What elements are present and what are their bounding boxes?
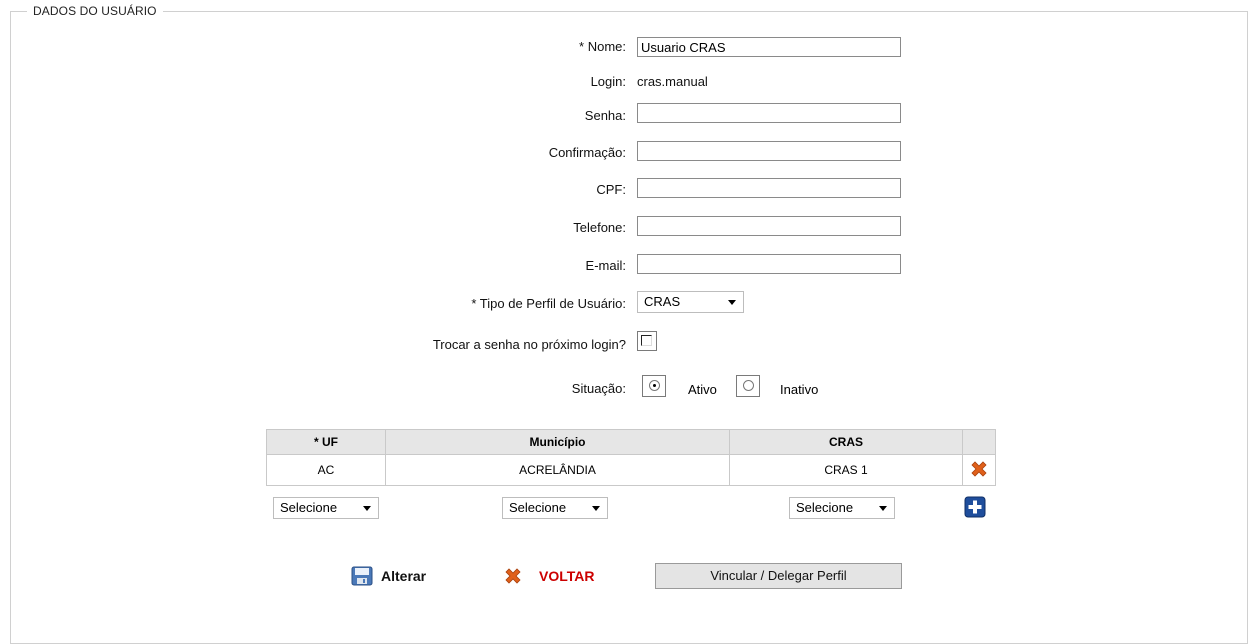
save-icon <box>351 566 373 586</box>
tipo-perfil-label: * Tipo de Perfil de Usuário: <box>471 296 626 311</box>
add-row-icon[interactable] <box>964 496 986 518</box>
uf-municipio-cras-table: * UF Município CRAS AC ACRELÂNDIA CRAS 1 <box>266 429 996 486</box>
municipio-select-value: Selecione <box>509 500 567 515</box>
vincular-delegar-perfil-button[interactable]: Vincular / Delegar Perfil <box>655 563 902 589</box>
trocar-senha-checkbox[interactable] <box>637 331 657 351</box>
nome-label: * Nome: <box>579 39 626 54</box>
col-actions <box>962 429 996 455</box>
cell-uf: AC <box>266 454 386 486</box>
senha-label: Senha: <box>584 108 626 123</box>
voltar-label: VOLTAR <box>539 568 595 584</box>
col-cras: CRAS <box>729 429 963 455</box>
chevron-down-icon <box>592 506 600 511</box>
trocar-senha-label: Trocar a senha no próximo login? <box>432 337 626 352</box>
col-uf: * UF <box>266 429 386 455</box>
cell-cras: CRAS 1 <box>729 454 963 486</box>
tipo-perfil-select[interactable]: CRAS <box>637 291 744 313</box>
cras-select[interactable]: Selecione <box>789 497 895 519</box>
telefone-label: Telefone: <box>573 220 626 235</box>
section-title: DADOS DO USUÁRIO <box>33 4 157 18</box>
alterar-button[interactable]: Alterar <box>351 565 511 587</box>
col-municipio: Município <box>385 429 730 455</box>
cpf-input[interactable] <box>637 178 901 198</box>
nome-input[interactable] <box>637 37 901 57</box>
senha-input[interactable] <box>637 103 901 123</box>
uf-select-value: Selecione <box>280 500 338 515</box>
radio-selected-icon <box>649 380 660 391</box>
login-label: Login: <box>590 74 626 89</box>
confirmacao-label: Confirmação: <box>548 145 626 160</box>
voltar-button[interactable]: VOLTAR <box>502 565 622 587</box>
cpf-label: CPF: <box>596 182 626 197</box>
situacao-ativo-radio[interactable] <box>642 375 666 397</box>
situacao-inativo-label: Inativo <box>780 382 819 397</box>
cras-select-value: Selecione <box>796 500 854 515</box>
situacao-label: Situação: <box>571 381 626 396</box>
telefone-input[interactable] <box>637 216 901 236</box>
email-label: E-mail: <box>585 258 626 273</box>
table-header-row: * UF Município CRAS <box>266 429 996 455</box>
tipo-perfil-value: CRAS <box>644 294 681 309</box>
table-row: AC ACRELÂNDIA CRAS 1 <box>266 454 996 486</box>
chevron-down-icon <box>728 300 736 305</box>
uf-select[interactable]: Selecione <box>273 497 379 519</box>
cell-municipio: ACRELÂNDIA <box>385 454 730 486</box>
delete-row-icon[interactable] <box>969 459 989 479</box>
situacao-ativo-label: Ativo <box>688 382 717 397</box>
situacao-inativo-radio[interactable] <box>736 375 760 397</box>
chevron-down-icon <box>363 506 371 511</box>
radio-unselected-icon <box>743 380 754 391</box>
close-icon <box>505 568 521 584</box>
alterar-label: Alterar <box>381 568 427 584</box>
login-value: cras.manual <box>637 74 708 89</box>
user-data-fieldset: DADOS DO USUÁRIO <box>10 4 1248 644</box>
chevron-down-icon <box>879 506 887 511</box>
email-input[interactable] <box>637 254 901 274</box>
confirmacao-input[interactable] <box>637 141 901 161</box>
cell-delete <box>962 454 996 486</box>
municipio-select[interactable]: Selecione <box>502 497 608 519</box>
